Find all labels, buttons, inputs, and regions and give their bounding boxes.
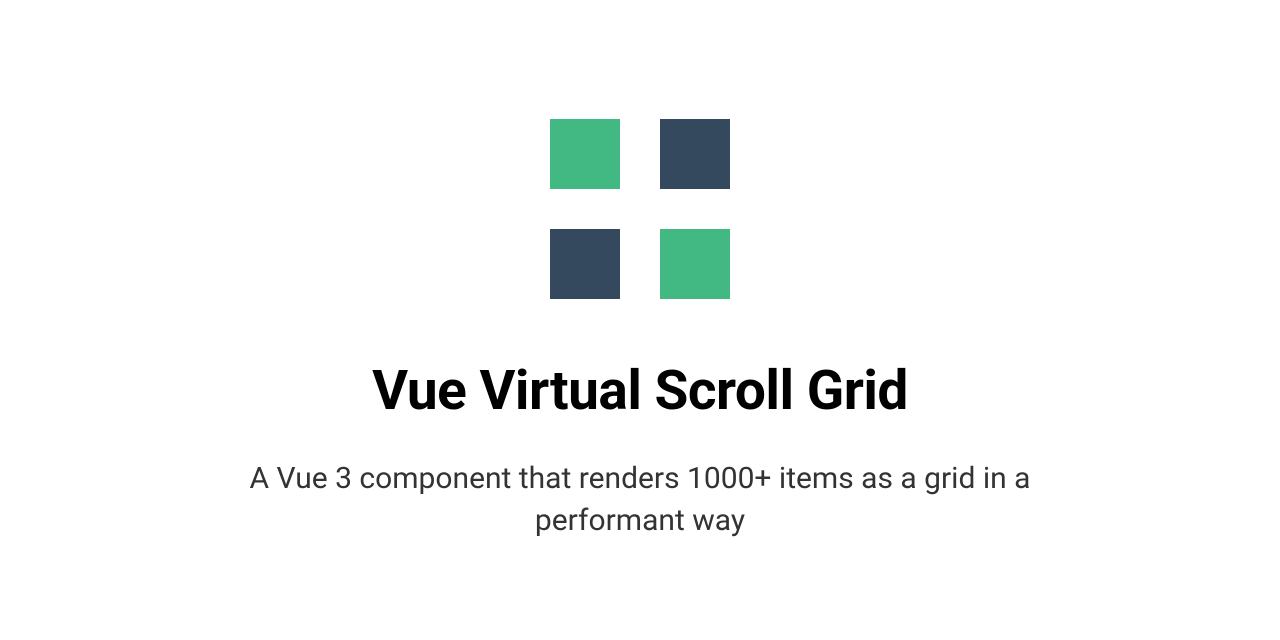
- logo-square-bottom-left: [550, 229, 620, 299]
- logo-square-bottom-right: [660, 229, 730, 299]
- page-subtitle: A Vue 3 component that renders 1000+ ite…: [190, 458, 1090, 542]
- logo-square-top-left: [550, 119, 620, 189]
- logo-square-top-right: [660, 119, 730, 189]
- logo-grid-icon: [550, 119, 730, 299]
- page-title: Vue Virtual Scroll Grid: [372, 359, 908, 423]
